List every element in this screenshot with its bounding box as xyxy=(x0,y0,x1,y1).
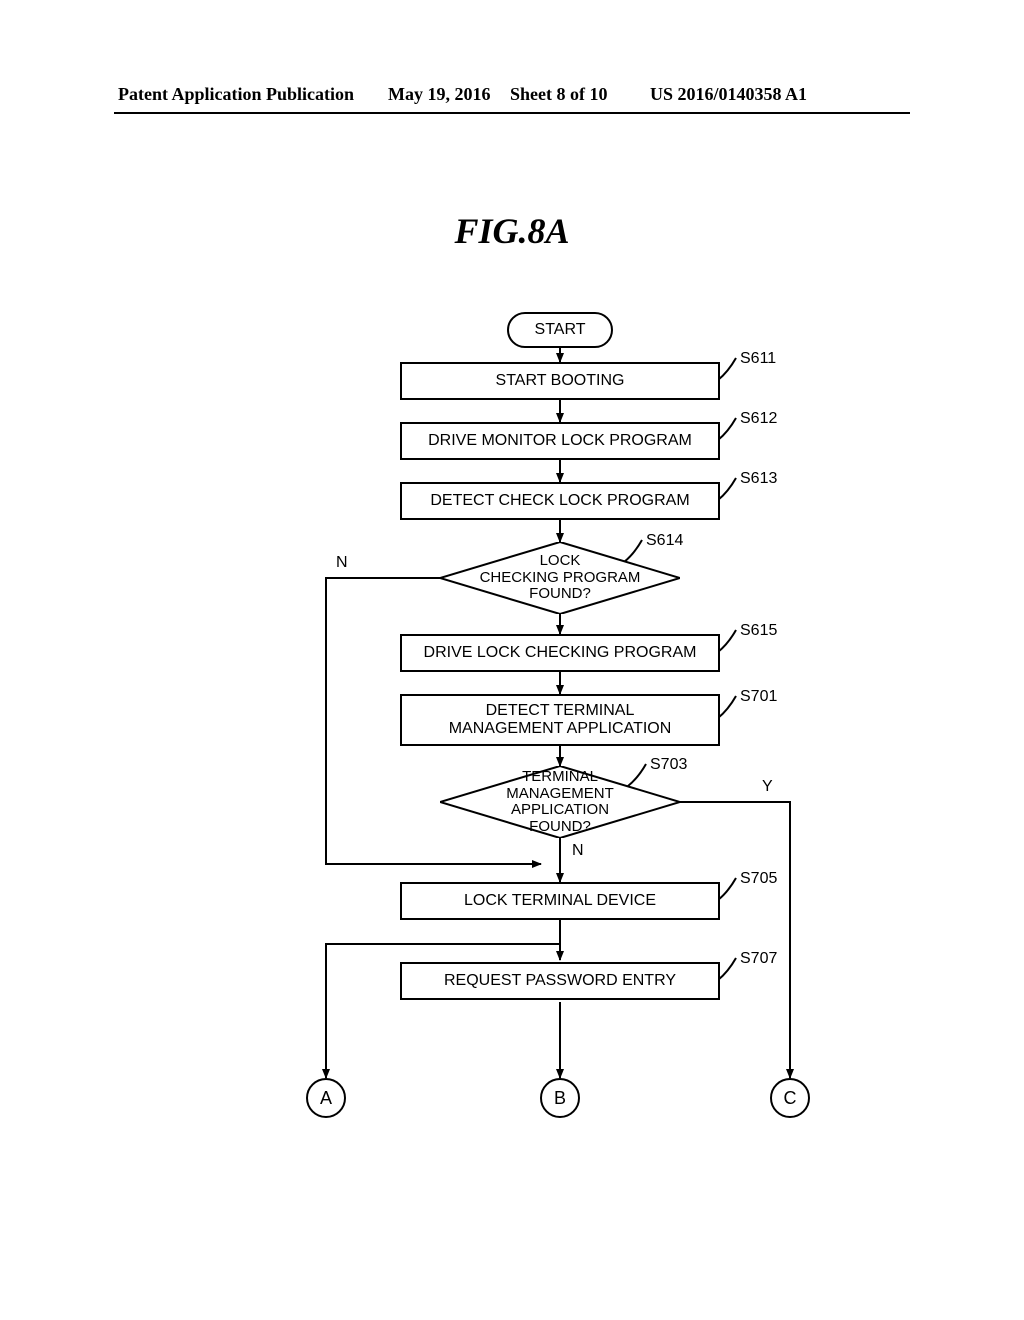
flowchart: START START BOOTING S611 DRIVE MONITOR L… xyxy=(0,300,1024,1160)
figure-label: FIG.8A xyxy=(0,210,1024,252)
page-header: Patent Application Publication May 19, 2… xyxy=(0,84,1024,108)
flow-step-s613: DETECT CHECK LOCK PROGRAM xyxy=(400,482,720,520)
connector-a: A xyxy=(306,1078,346,1118)
flow-step-s611: START BOOTING xyxy=(400,362,720,400)
flow-decision-s703-text: TERMINALMANAGEMENT APPLICATIONFOUND? xyxy=(440,766,680,838)
flow-step-s707: REQUEST PASSWORD ENTRY xyxy=(400,962,720,1000)
header-publication-type: Patent Application Publication xyxy=(118,84,354,105)
edge-label-s703-yes: Y xyxy=(762,778,773,796)
flow-decision-s614: LOCKCHECKING PROGRAMFOUND? xyxy=(440,542,680,614)
flow-step-s705: LOCK TERMINAL DEVICE xyxy=(400,882,720,920)
flow-step-s615: DRIVE LOCK CHECKING PROGRAM xyxy=(400,634,720,672)
flow-decision-s703: TERMINALMANAGEMENT APPLICATIONFOUND? xyxy=(440,766,680,838)
flow-step-label-s705: S705 xyxy=(740,870,777,888)
connector-b: B xyxy=(540,1078,580,1118)
connector-c: C xyxy=(770,1078,810,1118)
flow-step-label-s614: S614 xyxy=(646,532,683,550)
header-publication-number: US 2016/0140358 A1 xyxy=(650,84,807,105)
flow-step-s701: DETECT TERMINALMANAGEMENT APPLICATION xyxy=(400,694,720,746)
header-sheet: Sheet 8 of 10 xyxy=(510,84,608,105)
flow-step-label-s703: S703 xyxy=(650,756,687,774)
edge-label-s703-no: N xyxy=(572,842,584,860)
flow-step-label-s611: S611 xyxy=(740,350,776,368)
flow-step-label-s701: S701 xyxy=(740,688,777,706)
header-divider xyxy=(114,112,910,114)
flow-step-label-s613: S613 xyxy=(740,470,777,488)
header-date: May 19, 2016 xyxy=(388,84,491,105)
flow-start: START xyxy=(507,312,613,348)
flow-step-label-s615: S615 xyxy=(740,622,777,640)
flow-step-label-s707: S707 xyxy=(740,950,777,968)
flow-decision-s614-text: LOCKCHECKING PROGRAMFOUND? xyxy=(440,542,680,614)
flow-step-label-s612: S612 xyxy=(740,410,777,428)
edge-label-s614-no: N xyxy=(336,554,348,572)
flow-step-s612: DRIVE MONITOR LOCK PROGRAM xyxy=(400,422,720,460)
